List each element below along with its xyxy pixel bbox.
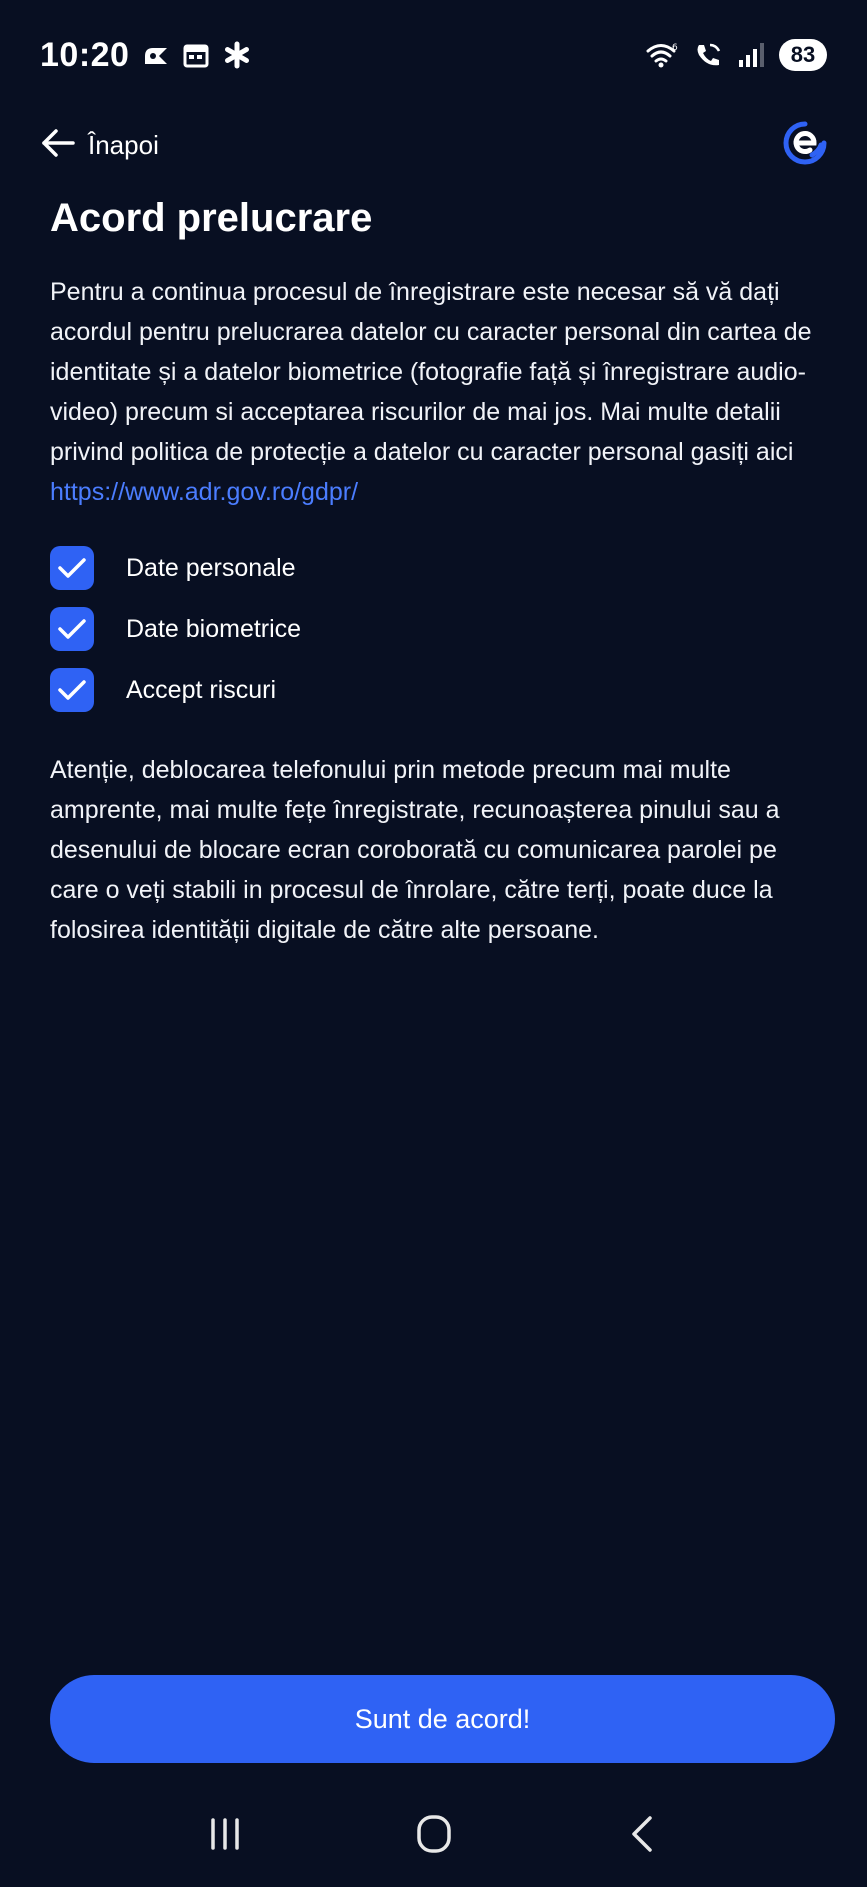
arrow-left-icon: [40, 128, 76, 163]
gdpr-link[interactable]: https://www.adr.gov.ro/gdpr/: [50, 478, 358, 506]
signal-icon: [737, 41, 765, 69]
home-icon[interactable]: [394, 1794, 474, 1874]
back-label: Înapoi: [88, 129, 159, 160]
checkmark-icon: [58, 558, 86, 578]
checkbox-label: Accept riscuri: [126, 675, 277, 704]
top-nav: Înapoi: [0, 110, 867, 180]
asterisk-icon: [223, 41, 251, 69]
checkbox-label: Date biometrice: [126, 614, 302, 643]
checkmark-icon: [58, 619, 86, 639]
system-nav-bar: [0, 1780, 867, 1887]
intro-text: Pentru a continua procesul de înregistra…: [50, 272, 830, 512]
battery-indicator: 83: [779, 39, 827, 71]
notification-icon: [143, 44, 169, 66]
status-right: 6 83: [645, 39, 827, 71]
status-left: 10:20: [40, 36, 251, 75]
svg-text:6: 6: [672, 43, 678, 53]
checkbox-label: Date personale: [126, 553, 296, 582]
back-icon[interactable]: [603, 1794, 683, 1874]
wifi-icon: 6: [645, 41, 679, 69]
main-content: Acord prelucrare Pentru a continua proce…: [50, 190, 830, 950]
warning-text: Atenție, deblocarea telefonului prin met…: [50, 756, 780, 944]
wifi-call-icon: [693, 41, 723, 69]
app-logo-icon: [781, 119, 829, 172]
checkmark-icon: [58, 680, 86, 700]
status-bar: 10:20 6 83: [0, 0, 867, 110]
status-time: 10:20: [40, 35, 130, 74]
intro-text-body: Pentru a continua procesul de înregistra…: [50, 278, 812, 466]
checkbox-accept-riscuri[interactable]: [50, 668, 94, 712]
calendar-icon: [183, 42, 209, 68]
checkbox-row-date-personale[interactable]: Date personale: [50, 538, 830, 598]
back-button[interactable]: Înapoi: [40, 128, 159, 163]
recent-apps-icon[interactable]: [185, 1794, 265, 1874]
checkbox-date-personale[interactable]: [50, 546, 94, 590]
checkbox-row-date-biometrice[interactable]: Date biometrice: [50, 599, 830, 659]
checkbox-date-biometrice[interactable]: [50, 607, 94, 651]
agree-button[interactable]: Sunt de acord!: [50, 1675, 835, 1763]
checkbox-list: Date personale Date biometrice Accept ri…: [50, 538, 830, 720]
page-title: Acord prelucrare: [50, 196, 373, 240]
checkbox-row-accept-riscuri[interactable]: Accept riscuri: [50, 660, 830, 720]
